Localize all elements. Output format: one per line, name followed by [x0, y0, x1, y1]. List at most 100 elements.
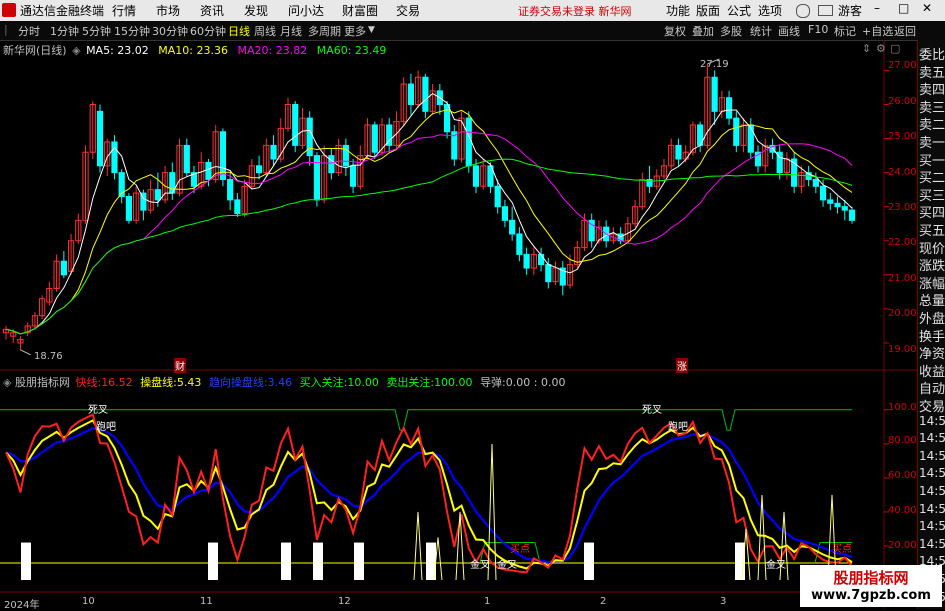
ind-tick-100: 100.0 [888, 402, 917, 413]
chart-collapse-icon[interactable]: ⇕ [862, 42, 871, 55]
side-panel-item[interactable]: 14:56 [919, 537, 945, 551]
user-icon[interactable] [796, 4, 810, 18]
side-panel-item[interactable]: 买五 [919, 220, 945, 239]
menu-item-trade[interactable]: 交易 [396, 2, 420, 19]
side-panel-item[interactable]: 总量 [919, 290, 945, 309]
draw-line-button[interactable]: 画线 [778, 23, 800, 39]
side-panel-item[interactable]: 14:56 [919, 431, 945, 445]
tab-period-weekly[interactable]: 周线 [254, 23, 276, 39]
trade-line-value: 5.43 [176, 376, 202, 389]
tab-period-15min[interactable]: 15分钟 [114, 23, 150, 39]
candle-body [154, 189, 161, 201]
side-panel-item[interactable]: 委比 [919, 44, 945, 63]
candle-body [270, 144, 277, 160]
side-panel-item[interactable]: 外盘 [919, 308, 945, 327]
menu-item-function[interactable]: 功能 [666, 2, 690, 19]
menu-item-market[interactable]: 市场 [156, 2, 180, 19]
chart-expand-icon[interactable]: ▢ [890, 42, 900, 55]
maximize-button[interactable]: □ [898, 1, 909, 15]
trend-line-value: 3.46 [267, 376, 293, 389]
event-marker-finance[interactable]: 财 [174, 358, 186, 373]
menu-item-options[interactable]: 选项 [758, 2, 782, 19]
app-logo-icon [2, 3, 16, 17]
statistics-button[interactable]: 统计 [750, 23, 772, 39]
side-panel-item[interactable]: 14:56 [919, 414, 945, 428]
close-button[interactable]: ✕ [922, 1, 932, 15]
side-panel-item[interactable]: 买一 [919, 150, 945, 169]
side-panel-item[interactable]: 交易 [919, 396, 945, 415]
tab-period-daily[interactable]: 日线 [228, 23, 250, 39]
login-notice[interactable]: 证券交易未登录 新华网 [518, 3, 632, 19]
side-panel-item[interactable]: 涨幅 [919, 273, 945, 292]
candle-body [465, 117, 472, 167]
candle-body [819, 185, 827, 201]
side-panel-item[interactable]: 14:56 [919, 466, 945, 480]
y-tick-24: 24.00 [888, 167, 917, 178]
add-watchlist-button[interactable]: +自选 [862, 23, 893, 39]
candle-body [111, 141, 118, 174]
indicator-toggle-icon[interactable]: ◈ [3, 376, 11, 389]
side-panel-item[interactable]: 换手 [919, 326, 945, 345]
trade-line-label: 操盘线: [140, 376, 177, 389]
tab-period-5min[interactable]: 5分钟 [82, 23, 111, 39]
chart-area[interactable] [0, 40, 917, 609]
watermark-title: 股朋指标网 [833, 569, 909, 587]
annotation-run-1: 跑吧 [96, 422, 116, 433]
side-panel-item[interactable]: 现价 [919, 238, 945, 257]
f10-button[interactable]: F10 [808, 23, 828, 36]
side-panel-item[interactable]: 净资 [919, 343, 945, 362]
menu-item-wealth[interactable]: 财富圈 [342, 2, 378, 19]
annotation-golden-cross-2: 金叉 [497, 560, 517, 571]
sell-watch-value: 100.00 [434, 376, 473, 389]
indicator-name[interactable]: 股朋指标网 [15, 376, 70, 389]
side-panel-item[interactable]: 14:56 [919, 519, 945, 533]
side-panel-item[interactable]: 涨跌 [919, 255, 945, 274]
y-tick-19: 19.00 [888, 344, 917, 355]
menu-item-quotes[interactable]: 行情 [112, 2, 136, 19]
signal-bar [313, 542, 323, 580]
watermark: 股朋指标网 www.7gpzb.com [800, 565, 942, 607]
overlay-button[interactable]: 叠加 [692, 23, 714, 39]
menu-item-news[interactable]: 资讯 [200, 2, 224, 19]
side-panel-item[interactable]: 卖五 [919, 62, 945, 81]
side-panel-item[interactable]: 卖四 [919, 79, 945, 98]
event-marker-rise[interactable]: 涨 [676, 358, 688, 373]
tab-period-more[interactable]: 更多 [344, 23, 366, 39]
restore-right-button[interactable]: 复权 [664, 23, 686, 39]
mark-button[interactable]: 标记 [834, 23, 856, 39]
menu-item-formula[interactable]: 公式 [727, 2, 751, 19]
side-panel-item[interactable]: 买二 [919, 167, 945, 186]
tab-period-30min[interactable]: 30分钟 [152, 23, 188, 39]
tab-period-multi[interactable]: 多周期 [308, 23, 341, 39]
side-panel-item[interactable]: 卖一 [919, 132, 945, 151]
menu-item-ask[interactable]: 问小达 [288, 2, 324, 19]
side-panel-item[interactable]: 买三 [919, 185, 945, 204]
tab-period-1min[interactable]: 1分钟 [50, 23, 79, 39]
tab-period-60min[interactable]: 60分钟 [190, 23, 226, 39]
tab-period-timeshare[interactable]: 分时 [18, 23, 40, 39]
multi-stock-button[interactable]: 多股 [720, 23, 742, 39]
side-panel-item[interactable]: 14:56 [919, 484, 945, 498]
legend-toggle-icon[interactable]: ◈ [72, 44, 80, 57]
chart-settings-icon[interactable]: ⚙ [876, 42, 886, 55]
annotation-buy-point-1: 买点 [510, 544, 530, 555]
side-panel-item[interactable]: 收益 [919, 361, 945, 380]
ma60-legend: MA60: 23.49 [316, 44, 387, 57]
ma20-legend: MA20: 23.82 [237, 44, 308, 57]
side-panel-item[interactable]: 14:56 [919, 502, 945, 516]
signal-bar [584, 542, 594, 580]
menu-item-discover[interactable]: 发现 [244, 2, 268, 19]
side-panel-item[interactable]: 卖三 [919, 97, 945, 116]
minimize-button[interactable]: – [874, 1, 880, 15]
tab-period-monthly[interactable]: 月线 [280, 23, 302, 39]
side-panel-item[interactable]: 买四 [919, 202, 945, 221]
menu-item-layout[interactable]: 版面 [696, 2, 720, 19]
side-panel-item[interactable]: 卖二 [919, 114, 945, 133]
side-panel-item[interactable]: 自动 [919, 378, 945, 397]
user-label[interactable]: 游客 [838, 2, 862, 19]
mail-icon[interactable] [818, 5, 833, 16]
side-panel-item[interactable]: 14:56 [919, 449, 945, 463]
more-chevron-icon[interactable]: ▼ [368, 25, 375, 35]
back-button[interactable]: 返回 [894, 23, 916, 39]
candle-body [494, 185, 501, 208]
